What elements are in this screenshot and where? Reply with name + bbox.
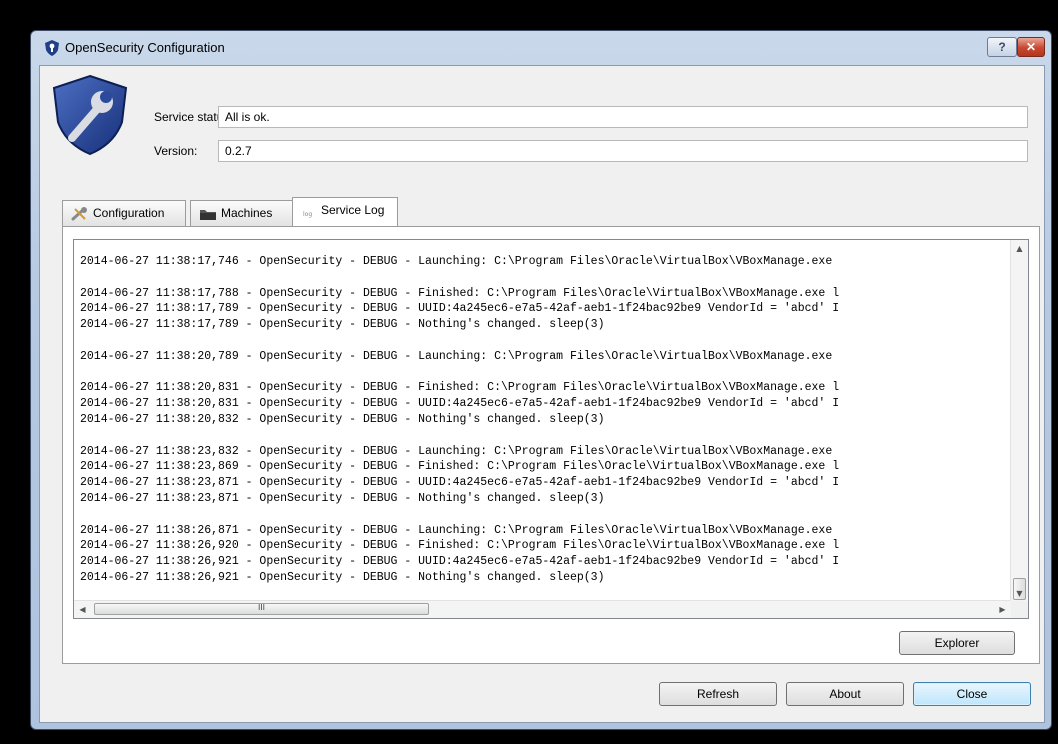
title-bar[interactable]: OpenSecurity Configuration ? ✕ bbox=[31, 31, 1051, 63]
close-button[interactable]: Close bbox=[913, 682, 1031, 706]
scroll-right-arrow-icon[interactable]: ▶ bbox=[994, 601, 1011, 618]
shield-icon bbox=[45, 40, 59, 56]
scroll-down-arrow-icon[interactable]: ▼ bbox=[1011, 585, 1028, 602]
about-button[interactable]: About bbox=[786, 682, 904, 706]
scrollbar-corner bbox=[1011, 601, 1028, 618]
version-label: Version: bbox=[154, 144, 198, 158]
scroll-up-arrow-icon[interactable]: ▲ bbox=[1011, 240, 1028, 257]
tab-configuration-label: Configuration bbox=[93, 206, 165, 220]
horizontal-scroll-thumb[interactable]: III bbox=[94, 603, 429, 615]
help-button[interactable]: ? bbox=[987, 37, 1017, 57]
tab-service-log-label: Service Log bbox=[321, 203, 385, 217]
window-close-button[interactable]: ✕ bbox=[1017, 37, 1045, 57]
tab-configuration[interactable]: Configuration bbox=[62, 200, 186, 226]
wrench-icon bbox=[71, 206, 87, 221]
tab-machines-label: Machines bbox=[221, 206, 273, 220]
explorer-button[interactable]: Explorer bbox=[899, 631, 1015, 655]
folder-icon bbox=[200, 209, 216, 220]
client-area: Service status: All is ok. Version: 0.2.… bbox=[39, 65, 1045, 723]
app-window: OpenSecurity Configuration ? ✕ Service s… bbox=[30, 30, 1052, 730]
log-icon: log bbox=[303, 211, 312, 218]
log-viewer[interactable]: 2014-06-27 11:38:17,746 - OpenSecurity -… bbox=[73, 239, 1029, 619]
log-text[interactable]: 2014-06-27 11:38:17,746 - OpenSecurity -… bbox=[80, 254, 992, 586]
service-status-field[interactable]: All is ok. bbox=[218, 106, 1028, 128]
vertical-scrollbar[interactable]: ▲ ▼ bbox=[1010, 240, 1028, 602]
refresh-button[interactable]: Refresh bbox=[659, 682, 777, 706]
tab-machines[interactable]: Machines bbox=[190, 200, 294, 226]
horizontal-scrollbar[interactable]: ◀ III ▶ bbox=[74, 600, 1011, 618]
app-logo-icon bbox=[52, 74, 128, 156]
tab-service-log[interactable]: log Service Log bbox=[292, 197, 398, 226]
svg-text:log: log bbox=[303, 211, 312, 218]
window-title: OpenSecurity Configuration bbox=[65, 40, 225, 55]
service-log-panel: 2014-06-27 11:38:17,746 - OpenSecurity -… bbox=[62, 226, 1040, 664]
scroll-left-arrow-icon[interactable]: ◀ bbox=[74, 601, 91, 618]
version-field[interactable]: 0.2.7 bbox=[218, 140, 1028, 162]
